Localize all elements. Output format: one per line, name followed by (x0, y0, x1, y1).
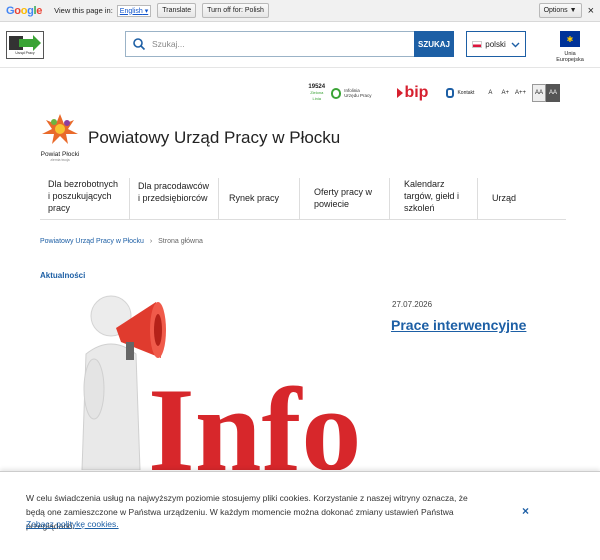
font-size-large[interactable]: A+ (501, 90, 509, 96)
language-select[interactable]: English ▾ (116, 4, 152, 17)
font-size-xlarge[interactable]: A++ (515, 90, 526, 96)
nav-item-urzad[interactable]: Urząd (478, 178, 566, 219)
translate-bar: Google View this page in: English ▾ Tran… (0, 0, 600, 22)
view-page-text: View this page in: (54, 6, 113, 15)
search-icon (133, 38, 146, 51)
article-date: 27.07.2026 (392, 300, 433, 309)
info-letters: Info (148, 363, 361, 470)
breadcrumb-current: Strona główna (158, 238, 203, 245)
nav-item-oferty[interactable]: Oferty pracy w powiecie (300, 178, 390, 219)
contrast-normal[interactable]: AA (531, 84, 546, 102)
article-image[interactable]: Info (66, 294, 382, 470)
cookie-policy-link[interactable]: Zobacz politykę cookies. (26, 519, 119, 529)
nav-item-bezrobotni[interactable]: Dla bezrobotnych i poszukujących pracy (40, 178, 130, 219)
search-placeholder: Szukaj... (152, 39, 185, 49)
cookie-close-icon[interactable]: × (522, 504, 529, 518)
chevron-down-icon (511, 42, 520, 47)
eu-flag-icon: ✱ (560, 31, 580, 47)
breadcrumb-home[interactable]: Powiatowy Urząd Pracy w Płocku (40, 238, 144, 245)
language-dropdown[interactable]: polski (466, 31, 526, 57)
translate-button[interactable]: Translate (157, 3, 197, 18)
phone-circle-icon (330, 87, 342, 99)
site-title[interactable]: Powiatowy Urząd Pracy w Płocku (88, 128, 340, 148)
powiat-crest[interactable]: Powiat Płocki ziemia twoja (40, 112, 80, 162)
breadcrumb-separator: › (149, 238, 153, 245)
section-title: Aktualności (40, 271, 86, 280)
utility-bar: 19524 Zielona Linia Infolinia Urzędu Pra… (300, 82, 560, 104)
poland-flag-icon (472, 40, 483, 48)
options-button[interactable]: Options ▼ (538, 3, 582, 18)
main-nav: Dla bezrobotnych i poszukujących pracy D… (40, 178, 566, 220)
phone-icon (446, 88, 455, 98)
bip-logo[interactable]: bip (397, 84, 428, 102)
cookie-banner: W celu świadczenia usług na najwyższym p… (0, 471, 600, 560)
close-icon[interactable]: × (588, 5, 594, 17)
urzad-pracy-logo[interactable]: Urząd Pracy (6, 31, 44, 59)
contact-link[interactable]: Kontakt (446, 88, 474, 98)
google-logo: Google (6, 4, 43, 17)
eu-logo[interactable]: ✱ Unia Europejska (550, 29, 590, 63)
search-button[interactable]: SZUKAJ (414, 31, 454, 57)
nav-item-rynek-pracy[interactable]: Rynek pracy (219, 178, 300, 219)
svg-text:Info: Info (148, 363, 361, 470)
turn-off-button[interactable]: Turn off for: Polish (202, 3, 269, 18)
search-input[interactable]: Szukaj... (125, 31, 415, 57)
bip-flag-icon (397, 88, 404, 98)
contrast-high[interactable]: AA (545, 84, 560, 102)
language-label: polski (485, 39, 506, 49)
site-header: Urząd Pracy Szukaj... SZUKAJ polski ✱ Un… (0, 23, 600, 68)
breadcrumb: Powiatowy Urząd Pracy w Płocku › Strona … (40, 238, 203, 245)
hotline-logo[interactable]: 19524 Zielona Linia Infolinia Urzędu Pra… (306, 84, 371, 102)
nav-item-pracodawcy[interactable]: Dla pracodawców i przedsiębiorców (130, 178, 219, 219)
article-title-link[interactable]: Prace interwencyjne (391, 317, 526, 333)
font-size-normal[interactable]: A (488, 90, 492, 96)
nav-item-kalendarz[interactable]: Kalendarz targów, giełd i szkoleń (390, 178, 478, 219)
